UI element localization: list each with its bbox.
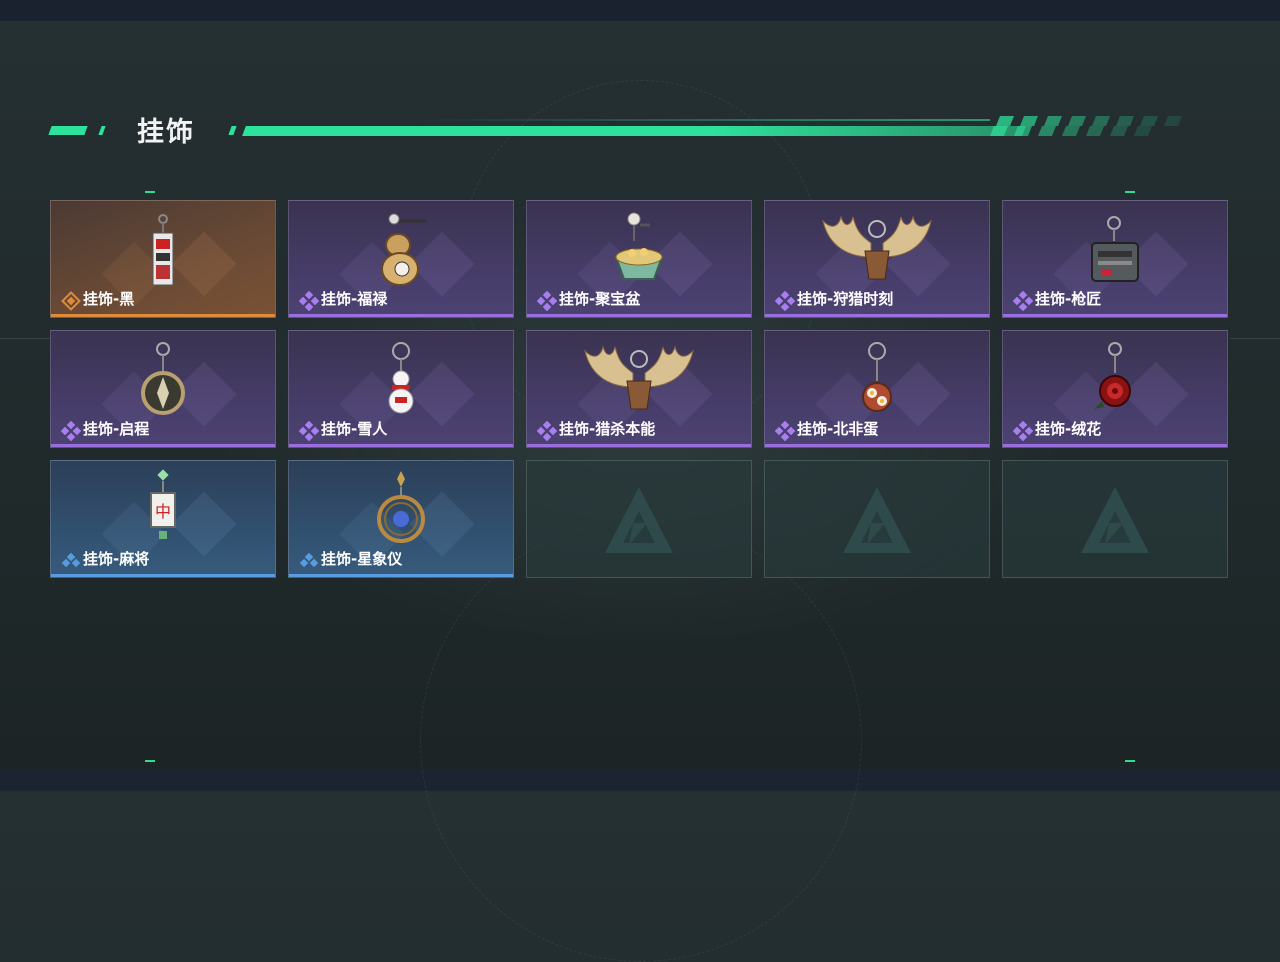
blue-rarity-icon bbox=[299, 552, 319, 568]
treasure-bowl-charm-icon bbox=[614, 212, 664, 280]
header-thin-line bbox=[420, 119, 990, 121]
orange-rarity-icon bbox=[61, 291, 81, 311]
rarity-bar bbox=[1003, 314, 1227, 317]
charm-card[interactable]: 挂饰-雪人 bbox=[288, 330, 514, 448]
charm-card[interactable]: 挂饰-狩猎时刻 bbox=[764, 200, 990, 318]
black-charm-icon bbox=[152, 214, 174, 286]
antler-charm-icon bbox=[822, 215, 932, 280]
charm-name: 挂饰-狩猎时刻 bbox=[797, 290, 894, 308]
section-title: 挂饰 bbox=[137, 117, 195, 148]
snowman-charm-icon bbox=[388, 342, 414, 414]
empty-slot bbox=[1002, 460, 1228, 578]
rarity-bar bbox=[289, 444, 513, 447]
purple-rarity-icon bbox=[537, 421, 557, 441]
shakshuka-charm-icon bbox=[862, 342, 892, 412]
svg-text:中: 中 bbox=[155, 502, 171, 521]
game-logo-placeholder-icon bbox=[605, 487, 673, 553]
rarity-bar bbox=[765, 444, 989, 447]
corner-tick bbox=[1125, 191, 1135, 193]
rarity-bar bbox=[51, 314, 275, 317]
rarity-bar bbox=[527, 314, 751, 317]
purple-rarity-icon bbox=[537, 291, 557, 311]
charm-card[interactable]: 挂饰-猎杀本能 bbox=[526, 330, 752, 448]
charm-card[interactable]: 挂饰-黑 bbox=[50, 200, 276, 318]
charm-card[interactable]: 挂饰-星象仪 bbox=[288, 460, 514, 578]
corner-tick bbox=[145, 760, 155, 762]
charm-name: 挂饰-启程 bbox=[83, 420, 150, 438]
charm-name: 挂饰-绒花 bbox=[1035, 420, 1102, 438]
mahjong-charm-icon: 中 bbox=[150, 469, 176, 539]
purple-rarity-icon bbox=[299, 421, 319, 441]
rarity-bar bbox=[765, 314, 989, 317]
corner-tick bbox=[1125, 760, 1135, 762]
charm-name: 挂饰-聚宝盆 bbox=[559, 290, 641, 308]
charm-name: 挂饰-黑 bbox=[83, 290, 135, 308]
charm-card[interactable]: 挂饰-北非蛋 bbox=[764, 330, 990, 448]
compass-charm-icon bbox=[141, 342, 185, 415]
rarity-bar bbox=[289, 314, 513, 317]
rarity-bar bbox=[1003, 444, 1227, 447]
charm-card[interactable]: 挂饰-福禄 bbox=[288, 200, 514, 318]
purple-rarity-icon bbox=[299, 291, 319, 311]
charm-name: 挂饰-雪人 bbox=[321, 420, 388, 438]
side-line-right bbox=[1230, 338, 1280, 339]
charm-name: 挂饰-福禄 bbox=[321, 290, 388, 308]
gourd-charm-icon bbox=[381, 213, 426, 286]
empty-slot bbox=[764, 460, 990, 578]
charm-name: 挂饰-猎杀本能 bbox=[559, 420, 656, 438]
header-accent-bar bbox=[48, 126, 88, 135]
empty-slot bbox=[526, 460, 752, 578]
purple-rarity-icon bbox=[775, 421, 795, 441]
charm-card[interactable]: 挂饰-启程 bbox=[50, 330, 276, 448]
purple-rarity-icon bbox=[1013, 421, 1033, 441]
rarity-bar bbox=[289, 574, 513, 577]
charm-name: 挂饰-星象仪 bbox=[321, 550, 403, 568]
blue-rarity-icon bbox=[61, 552, 81, 568]
header-checker-pattern bbox=[990, 116, 1182, 136]
astrolabe-charm-icon bbox=[377, 471, 425, 543]
bg-ring bbox=[420, 520, 862, 962]
game-logo-placeholder-icon bbox=[1081, 487, 1149, 553]
velvet-flower-charm-icon bbox=[1094, 342, 1131, 409]
antler-charm-icon bbox=[584, 345, 694, 410]
top-strip bbox=[0, 0, 1280, 20]
charm-card[interactable]: 挂饰-聚宝盆 bbox=[526, 200, 752, 318]
charm-name: 挂饰-北非蛋 bbox=[797, 420, 879, 438]
charm-card[interactable]: 挂饰-绒花 bbox=[1002, 330, 1228, 448]
corner-tick bbox=[145, 191, 155, 193]
side-line-left bbox=[0, 338, 50, 339]
header-accent-bar bbox=[228, 126, 237, 135]
charm-name: 挂饰-枪匠 bbox=[1035, 290, 1102, 308]
purple-rarity-icon bbox=[775, 291, 795, 311]
charm-card[interactable]: 挂饰-枪匠 bbox=[1002, 200, 1228, 318]
game-logo-placeholder-icon bbox=[843, 487, 911, 553]
gunsmith-charm-icon bbox=[1091, 216, 1139, 282]
rarity-bar bbox=[51, 574, 275, 577]
purple-rarity-icon bbox=[1013, 291, 1033, 311]
header-accent-bar bbox=[98, 126, 106, 135]
purple-rarity-icon bbox=[61, 421, 81, 441]
header-progress-line bbox=[242, 126, 1026, 136]
charm-name: 挂饰-麻将 bbox=[83, 550, 150, 568]
charm-card[interactable]: 中 挂饰-麻将 bbox=[50, 460, 276, 578]
rarity-bar bbox=[51, 444, 275, 447]
rarity-bar bbox=[527, 444, 751, 447]
